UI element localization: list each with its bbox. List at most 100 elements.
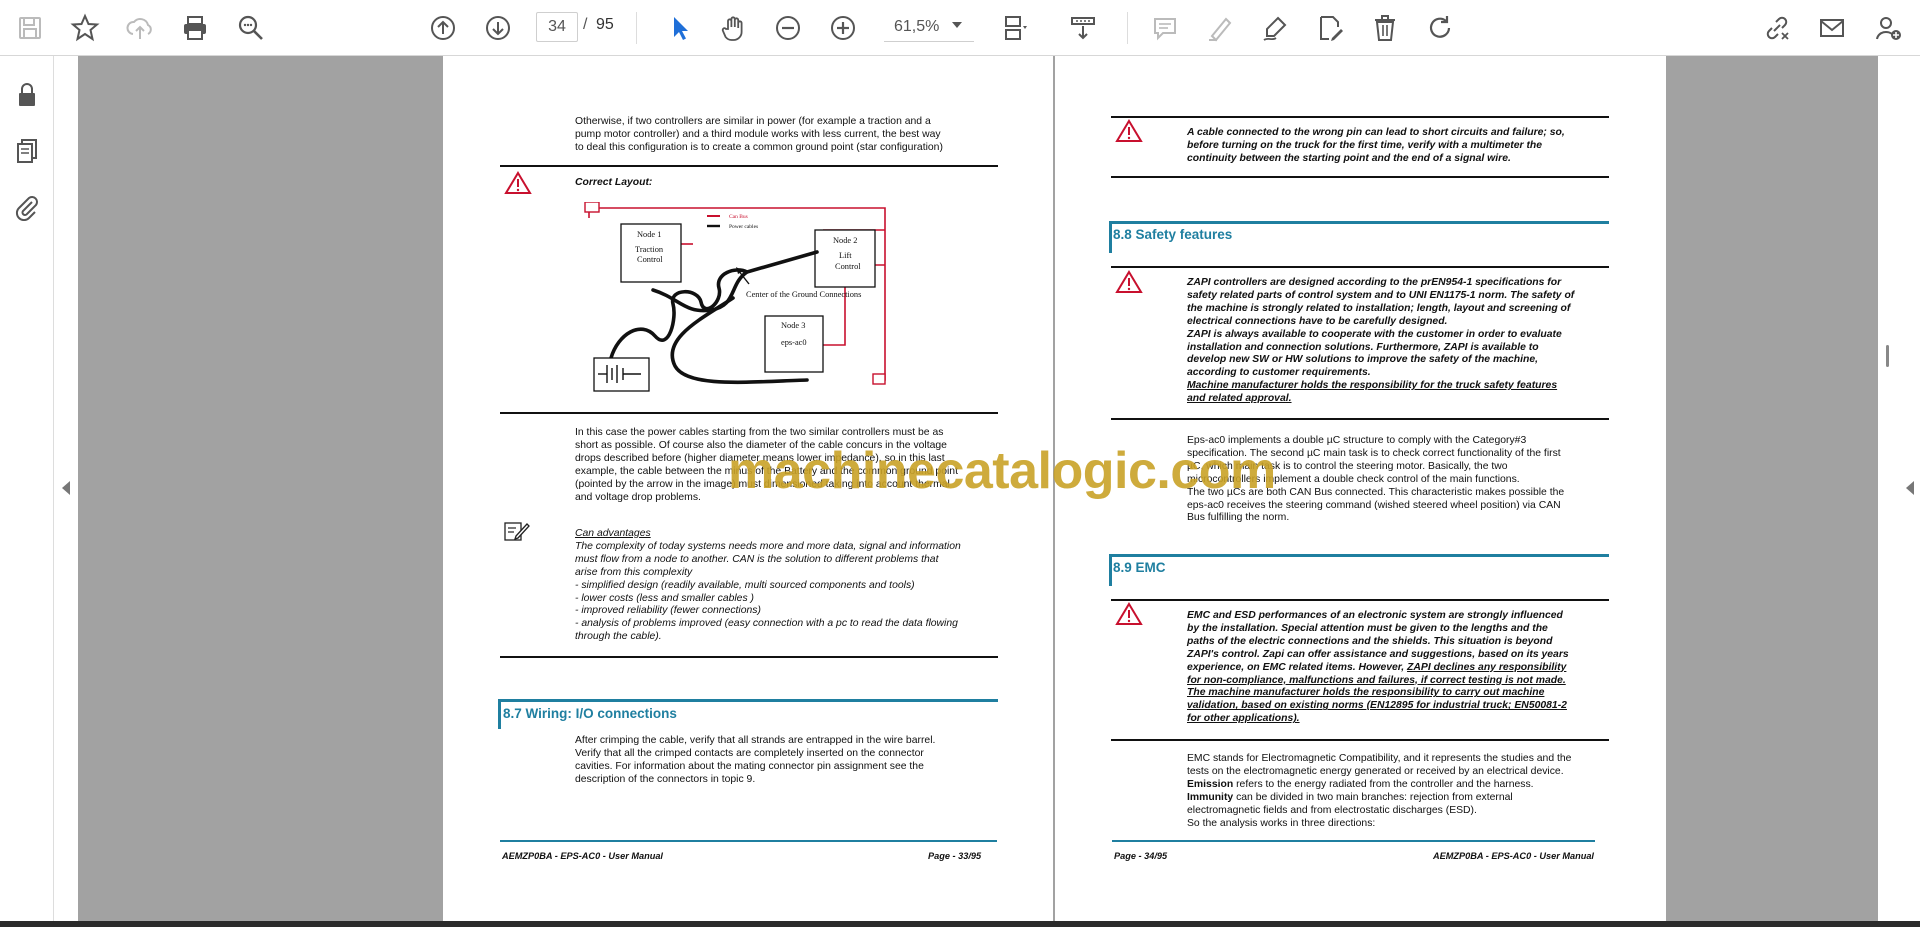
text-line: electrical connections have to be carefu…	[1187, 315, 1448, 327]
warning-triangle-icon	[1115, 119, 1143, 142]
ground-center-label: Center of the Ground Connections	[746, 290, 861, 299]
zoom-out-icon[interactable]	[768, 8, 808, 48]
page-total: 95	[596, 16, 614, 33]
bookmark-star-icon[interactable]	[65, 8, 105, 48]
left-tool-rail	[0, 56, 54, 927]
text-line: A cable connected to the wrong pin can l…	[1187, 127, 1565, 138]
footer-doc-title: AEMZP0BA - EPS-AC0 - User Manual	[1433, 851, 1594, 861]
cloud-upload-icon[interactable]	[120, 8, 160, 48]
footer-rule	[1112, 840, 1595, 842]
wrong-pin-warning: A cable connected to the wrong pin can l…	[1187, 127, 1565, 166]
share-link-icon[interactable]	[1757, 8, 1797, 48]
node-1-line: Control	[637, 255, 663, 264]
rule	[1111, 116, 1609, 118]
text-line: through the cable).	[575, 631, 662, 643]
legend-power-label: Power cables	[729, 224, 758, 230]
text-line: electromagnetic fields and from electros…	[1187, 804, 1477, 816]
page-thumbnails-icon[interactable]	[10, 134, 44, 168]
text-line: - improved reliability (fewer connection…	[575, 605, 761, 617]
save-icon[interactable]	[10, 8, 50, 48]
comment-icon[interactable]	[1145, 8, 1185, 48]
vertical-scrollbar-thumb[interactable]	[1886, 345, 1889, 367]
text-span: Emission	[1187, 778, 1234, 790]
hand-tool-icon[interactable]	[713, 8, 753, 48]
page-number-input[interactable]: 34	[536, 12, 578, 42]
text-line: - simplified design (readily available, …	[575, 579, 915, 591]
text-line: according to customer requirements.	[1187, 367, 1371, 379]
lock-icon[interactable]	[10, 78, 44, 112]
text-line: before turning on the truck for the firs…	[1187, 139, 1543, 151]
footer-rule	[500, 840, 997, 842]
correct-layout-label: Correct Layout:	[575, 177, 653, 188]
delete-trash-icon[interactable]	[1365, 8, 1405, 48]
text-line: description of the connectors in topic 9…	[575, 773, 756, 785]
text-line: develop new SW or HW solutions to improv…	[1187, 354, 1539, 366]
text-line: for non-compliance, malfunctions and fai…	[1187, 674, 1566, 686]
text-line: installation and connection solutions. F…	[1187, 341, 1539, 353]
page-layout-icon[interactable]	[996, 8, 1036, 48]
text-line: for other applications).	[1187, 713, 1300, 725]
text-line: eps-ac0 receives the steering command (w…	[1187, 499, 1561, 511]
legend-can-label: Can Bus	[729, 214, 748, 220]
sign-pen-icon[interactable]	[1255, 8, 1295, 48]
attachments-paperclip-icon[interactable]	[10, 190, 44, 224]
search-icon[interactable]	[231, 8, 271, 48]
rotate-icon[interactable]	[1420, 8, 1460, 48]
text-line: In this case the power cables starting f…	[575, 427, 944, 438]
document-viewer[interactable]: Otherwise, if two controllers are simila…	[54, 56, 1920, 921]
text-span: Immunity	[1187, 791, 1234, 803]
text-line: the machine is strongly related to insta…	[1187, 302, 1571, 314]
node-3-line: eps-ac0	[781, 338, 807, 347]
collapse-left-panel-icon[interactable]	[62, 481, 70, 495]
highlight-pen-icon[interactable]	[1200, 8, 1240, 48]
emc-warning: EMC and ESD performances of an electroni…	[1187, 610, 1569, 726]
note-pencil-icon	[504, 522, 530, 541]
text-line: EMC and ESD performances of an electroni…	[1187, 610, 1563, 621]
add-user-icon[interactable]	[1868, 8, 1908, 48]
can-advantages-title: Can advantages	[575, 528, 651, 539]
text-line: - lower costs (less and smaller cables )	[575, 592, 755, 604]
node-3-title: Node 3	[781, 321, 805, 330]
arrow-head-icon	[736, 267, 743, 274]
text-span: experience, on EMC related items. Howeve…	[1187, 661, 1408, 673]
text-line: Immunity can be divided in two main bran…	[1187, 792, 1571, 805]
print-icon[interactable]	[175, 8, 215, 48]
expand-right-panel-icon[interactable]	[1906, 481, 1914, 495]
text-line: - analysis of problems improved (easy co…	[575, 618, 958, 630]
footer-doc-title: AEMZP0BA - EPS-AC0 - User Manual	[502, 851, 663, 861]
text-line: by the installation. Special attention m…	[1187, 622, 1548, 634]
edit-document-icon[interactable]	[1310, 8, 1350, 48]
previous-page-icon[interactable]	[423, 8, 463, 48]
text-line: The complexity of today systems needs mo…	[575, 540, 961, 552]
section-rule	[1109, 221, 1112, 253]
text-line: After crimping the cable, verify that al…	[575, 735, 936, 746]
toolbar-divider	[636, 12, 637, 44]
text-line: Verify that all the crimped contacts are…	[575, 747, 924, 759]
section-heading-8-7: 8.7 Wiring: I/O connections	[503, 706, 677, 721]
intro-paragraph: Otherwise, if two controllers are simila…	[575, 116, 943, 155]
select-cursor-icon[interactable]	[660, 8, 700, 48]
rule	[1111, 418, 1609, 420]
text-line: Bus fulfilling the norm.	[1187, 512, 1290, 524]
scroll-mode-icon[interactable]	[1063, 8, 1103, 48]
rule	[1111, 266, 1609, 268]
text-line: experience, on EMC related items. Howeve…	[1187, 662, 1569, 675]
text-line: cavities. For information about the mati…	[575, 760, 924, 772]
next-page-icon[interactable]	[478, 8, 518, 48]
zoom-in-icon[interactable]	[823, 8, 863, 48]
safety-features-warning: ZAPI controllers are designed according …	[1187, 277, 1574, 406]
node-2-title: Node 2	[833, 236, 857, 245]
email-icon[interactable]	[1812, 8, 1852, 48]
text-line: So the analysis works in three direction…	[1187, 817, 1376, 829]
text-line: Emission refers to the energy radiated f…	[1187, 779, 1571, 792]
section-rule	[1109, 554, 1112, 586]
node-2-line: Lift	[839, 251, 852, 260]
text-line: paths of the electric connections and th…	[1187, 635, 1553, 647]
text-line: arise from this complexity	[575, 566, 693, 578]
node-2-line: Control	[835, 262, 861, 271]
chevron-down-icon[interactable]	[952, 22, 962, 28]
section-rule	[498, 699, 501, 729]
toolbar: 34 / 95 61,5%	[0, 0, 1920, 56]
warning-triangle-icon	[1115, 602, 1143, 625]
rule	[500, 165, 998, 167]
